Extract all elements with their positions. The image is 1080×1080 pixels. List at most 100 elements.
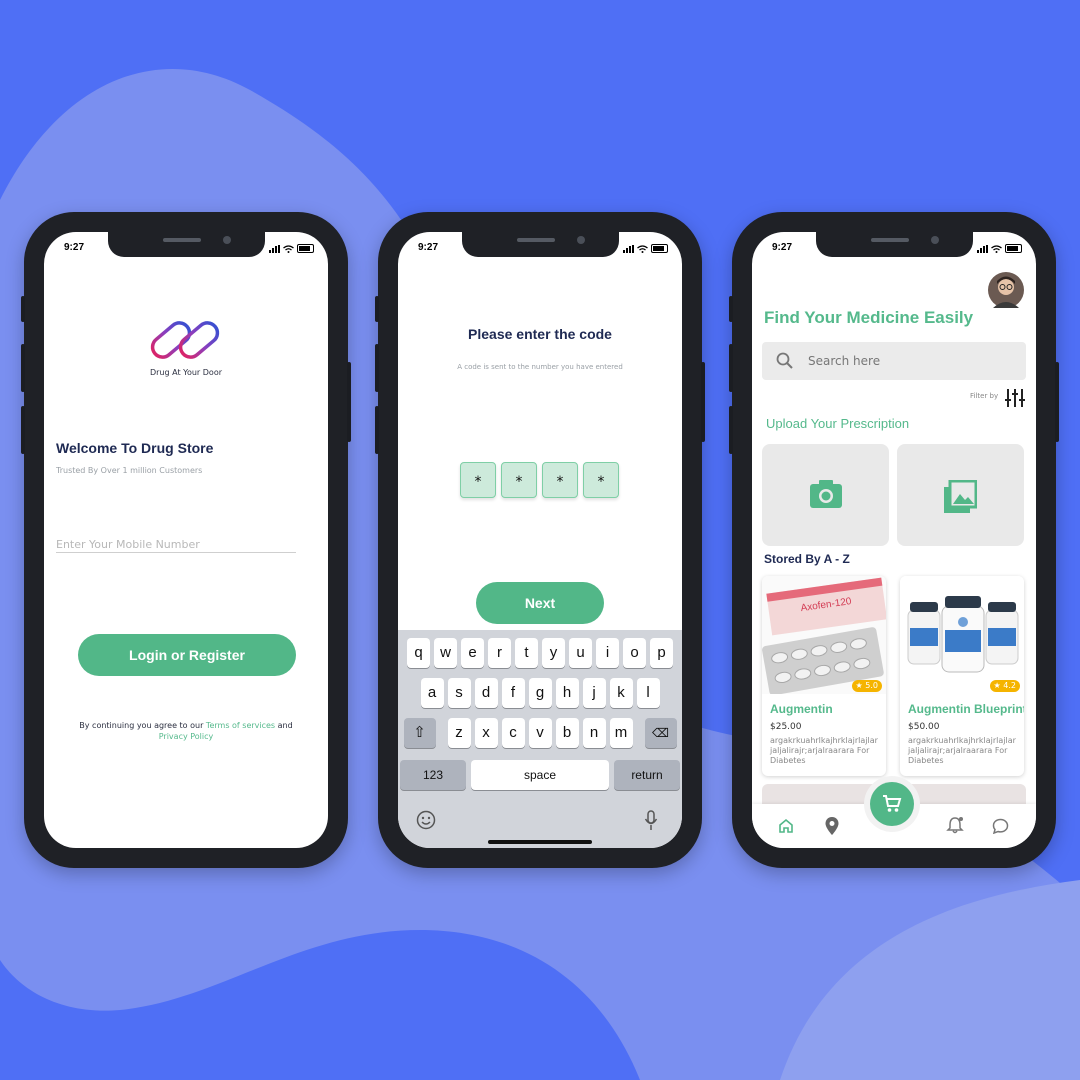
product-card[interactable]: Axofen-120 ★ 5.0 Augmentin $25.00 argakr… <box>762 576 886 776</box>
welcome-title: Welcome To Drug Store <box>56 440 214 456</box>
keyboard-key[interactable]: s <box>447 678 471 708</box>
product-description: argakrkuahrlkajhrklajrlajlar jaljalirajr… <box>770 736 878 765</box>
keyboard-key[interactable]: m <box>609 718 633 748</box>
signal-icon <box>269 244 280 253</box>
tablet-pack-image: Axofen-120 <box>762 576 886 694</box>
chat-icon[interactable] <box>992 818 1009 834</box>
keyboard-key[interactable]: u <box>569 638 592 668</box>
code-title: Please enter the code <box>468 326 612 342</box>
home-title: Find Your Medicine Easily <box>764 308 974 327</box>
terms-text: By continuing you agree to our Terms of … <box>64 720 308 742</box>
search-bar[interactable]: Search here <box>762 342 1026 380</box>
keyboard-key[interactable]: b <box>555 718 579 748</box>
camera-icon <box>810 480 842 508</box>
signal-icon <box>623 244 634 253</box>
keyboard-key[interactable]: w <box>434 638 457 668</box>
keyboard-key[interactable]: n <box>582 718 606 748</box>
keyboard-key[interactable]: i <box>596 638 619 668</box>
home-screen: 9:27 Find Your Medicine Easily Search he… <box>752 232 1036 848</box>
home-indicator <box>488 840 592 844</box>
battery-icon <box>651 244 668 253</box>
keyboard-key[interactable]: j <box>582 678 606 708</box>
gallery-icon <box>944 480 977 513</box>
keyboard-key[interactable]: e <box>461 638 484 668</box>
keyboard: qwertyuiop asdfghjkl ⇧ zxcvbnm ⌫ 123 spa… <box>398 630 682 848</box>
status-bar: 9:27 <box>44 242 328 258</box>
battery-icon <box>297 244 314 253</box>
product-name: Augmentin Blueprint <box>908 702 1024 716</box>
wifi-icon <box>283 244 294 253</box>
upload-prescription-title: Upload Your Prescription <box>766 416 910 431</box>
keyboard-key[interactable]: d <box>474 678 498 708</box>
home-icon[interactable] <box>778 818 794 834</box>
login-register-button[interactable]: Login or Register <box>78 634 296 676</box>
emoji-icon[interactable] <box>416 810 436 830</box>
numbers-key[interactable]: 123 <box>400 760 466 790</box>
keyboard-key[interactable]: c <box>501 718 525 748</box>
search-icon <box>776 352 793 369</box>
logo-caption: Drug At Your Door <box>149 368 222 377</box>
mobile-number-input[interactable]: Enter Your Mobile Number <box>56 538 296 553</box>
supplement-bottles-image <box>900 576 1024 694</box>
keyboard-key[interactable]: f <box>501 678 525 708</box>
gallery-upload-tile[interactable] <box>897 444 1024 546</box>
code-digit-box[interactable]: * <box>583 462 619 498</box>
terms-link[interactable]: Terms of services <box>206 721 275 730</box>
code-digit-box[interactable]: * <box>460 462 496 498</box>
code-screen: 9:27 Please enter the code A code is sen… <box>398 232 682 848</box>
wifi-icon <box>637 244 648 253</box>
code-digit-box[interactable]: * <box>501 462 537 498</box>
status-time: 9:27 <box>418 242 439 253</box>
cart-icon <box>883 795 902 812</box>
location-pin-icon[interactable] <box>824 816 840 836</box>
phone-home: 9:27 Find Your Medicine Easily Search he… <box>729 212 1059 868</box>
keyboard-key[interactable]: q <box>407 638 430 668</box>
product-card[interactable]: ★ 4.2 Augmentin Blueprint $50.00 argakrk… <box>900 576 1024 776</box>
terms-and: and <box>277 721 293 730</box>
keyboard-key[interactable]: o <box>623 638 646 668</box>
keyboard-key[interactable]: p <box>650 638 673 668</box>
code-input-row: * * * * <box>460 462 619 498</box>
terms-prefix: By continuing you agree to our <box>79 721 204 730</box>
keyboard-key[interactable]: y <box>542 638 565 668</box>
keyboard-key[interactable]: r <box>488 638 511 668</box>
phone-login: 9:27 Drug At Your Door Welcome To Drug S… <box>21 212 351 868</box>
keyboard-key[interactable]: x <box>474 718 498 748</box>
keyboard-key[interactable]: t <box>515 638 538 668</box>
filter-label: Filter by <box>970 392 999 400</box>
status-bar: 9:27 <box>752 242 1036 258</box>
next-button[interactable]: Next <box>476 582 604 624</box>
keyboard-key[interactable]: h <box>555 678 579 708</box>
battery-icon <box>1005 244 1022 253</box>
stored-az-title: Stored By A - Z <box>764 552 850 566</box>
privacy-link[interactable]: Privacy Policy <box>159 732 214 741</box>
rating-value: 4.2 <box>1003 681 1016 690</box>
rating-badge: ★ 5.0 <box>851 680 882 692</box>
status-time: 9:27 <box>772 242 793 253</box>
camera-upload-tile[interactable] <box>762 444 889 546</box>
product-price: $50.00 <box>908 722 940 732</box>
backspace-key[interactable]: ⌫ <box>644 718 677 748</box>
return-key[interactable]: return <box>614 760 680 790</box>
code-digit-box[interactable]: * <box>542 462 578 498</box>
space-key[interactable]: space <box>471 760 609 790</box>
keyboard-key[interactable]: z <box>447 718 471 748</box>
rating-value: 5.0 <box>865 681 878 690</box>
product-price: $25.00 <box>770 722 802 732</box>
filter-sliders-icon[interactable] <box>1004 388 1026 408</box>
status-bar: 9:27 <box>398 242 682 258</box>
keyboard-key[interactable]: a <box>420 678 444 708</box>
keyboard-key[interactable]: v <box>528 718 552 748</box>
status-time: 9:27 <box>64 242 85 253</box>
keyboard-key[interactable]: g <box>528 678 552 708</box>
signal-icon <box>977 244 988 253</box>
bell-icon[interactable] <box>946 816 964 834</box>
avatar[interactable] <box>988 272 1024 308</box>
microphone-icon[interactable] <box>644 810 658 832</box>
keyboard-key[interactable]: k <box>609 678 633 708</box>
search-input[interactable]: Search here <box>808 354 880 368</box>
wifi-icon <box>991 244 1002 253</box>
cart-button[interactable] <box>870 782 914 826</box>
shift-key[interactable]: ⇧ <box>403 718 436 748</box>
keyboard-key[interactable]: l <box>636 678 660 708</box>
